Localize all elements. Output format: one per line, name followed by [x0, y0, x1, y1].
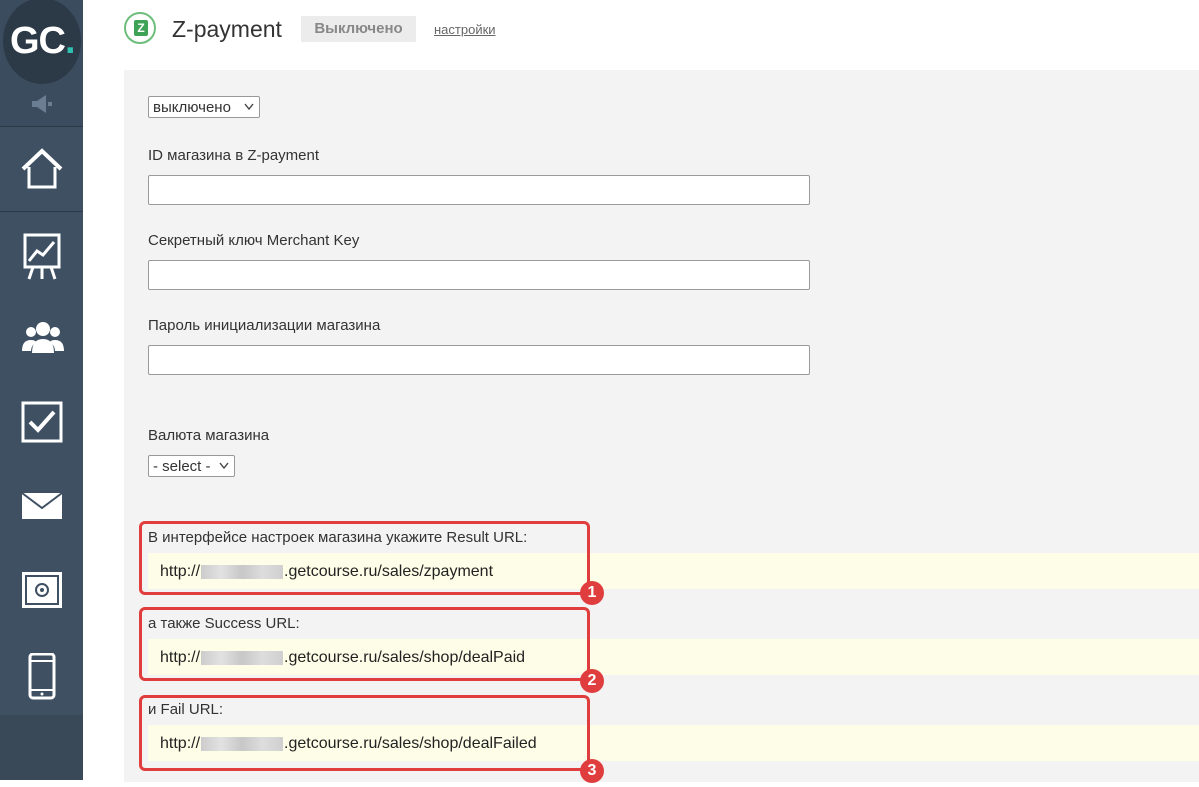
- zpayment-logo: Z: [124, 12, 156, 44]
- chevron-down-icon: [219, 462, 229, 470]
- announcements-button[interactable]: [0, 84, 83, 127]
- page-title: Z-payment: [172, 16, 282, 42]
- sidebar-footer: [0, 715, 83, 780]
- highlight-box-2: [139, 607, 590, 681]
- merchant-key-label: Секретный ключ Merchant Key: [148, 232, 360, 249]
- logo[interactable]: GC.: [0, 0, 83, 84]
- settings-link[interactable]: настройки: [434, 22, 496, 37]
- highlight-box-1: [139, 521, 590, 595]
- chart-icon: [23, 233, 61, 280]
- users-icon: [22, 322, 64, 353]
- sidebar: GC.: [0, 0, 83, 780]
- mode-select[interactable]: выключено: [148, 96, 260, 118]
- logo-text: GC.: [10, 20, 76, 62]
- sidebar-item-analytics[interactable]: [0, 212, 83, 297]
- shop-id-input[interactable]: [148, 175, 810, 205]
- init-password-label: Пароль инициализации магазина: [148, 317, 381, 334]
- merchant-key-input[interactable]: [148, 260, 810, 290]
- sidebar-item-mobile[interactable]: [0, 632, 83, 717]
- currency-select[interactable]: - select -: [148, 455, 235, 477]
- sidebar-item-sales[interactable]: [0, 548, 83, 633]
- init-password-input[interactable]: [148, 345, 810, 375]
- checkbox-icon: [21, 401, 63, 443]
- home-icon: [21, 148, 63, 189]
- mobile-icon: [28, 653, 56, 700]
- megaphone-icon: [32, 95, 52, 113]
- sidebar-item-tasks[interactable]: [0, 380, 83, 465]
- marker-3: 3: [580, 759, 604, 783]
- highlight-box-3: [139, 695, 590, 771]
- sidebar-item-messages[interactable]: [0, 464, 83, 549]
- currency-label: Валюта магазина: [148, 427, 270, 444]
- mail-icon: [21, 492, 63, 519]
- sidebar-item-home[interactable]: [0, 127, 83, 212]
- shop-id-label: ID магазина в Z-payment: [148, 147, 320, 164]
- safe-icon: [22, 572, 62, 608]
- marker-1: 1: [580, 581, 604, 605]
- sidebar-item-users[interactable]: [0, 296, 83, 381]
- status-badge: Выключено: [301, 16, 416, 42]
- chevron-down-icon: [244, 103, 254, 111]
- marker-2: 2: [580, 669, 604, 693]
